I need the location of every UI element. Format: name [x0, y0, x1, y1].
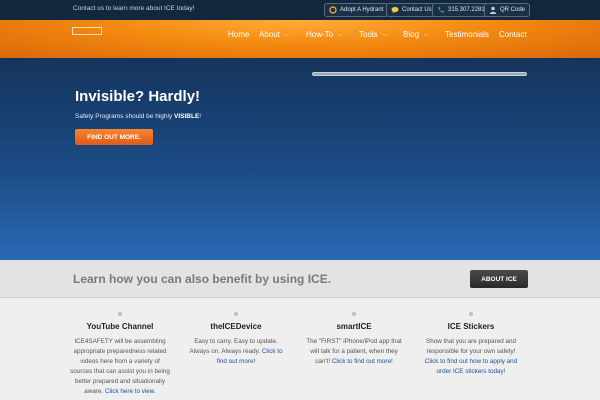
hero-subtitle-emphasis: VISIBLE	[174, 113, 200, 120]
feature-title: smartICE	[336, 322, 372, 331]
hero-banner: Invisible? Hardly! Safety Programs shoul…	[0, 58, 600, 260]
feature-title: ICE Stickers	[447, 322, 495, 331]
nav-testimonials-label: Testimonials	[445, 30, 490, 39]
nav-how-to[interactable]: How-To ⌵	[306, 30, 342, 39]
feature-description: Easy to carry. Easy to update. Always on…	[186, 337, 286, 367]
nav-contact-label: Contact	[499, 30, 527, 39]
slider-progress-bar[interactable]	[312, 72, 527, 76]
adopt-hydrant-label: Adopt A Hydrant	[340, 7, 384, 13]
find-out-more-button[interactable]: FIND OUT MORE.	[75, 129, 153, 145]
phone-button[interactable]: 315.307.2281	[432, 3, 490, 17]
chat-icon	[391, 6, 399, 14]
adopt-hydrant-button[interactable]: Adopt A Hydrant	[324, 3, 389, 17]
site-logo[interactable]	[72, 27, 102, 35]
hero-subtitle-text: Safety Programs should be highly	[75, 113, 174, 120]
phone-label: 315.307.2281	[448, 7, 485, 13]
feature-ice-stickers: ICE Stickers Show that you are prepared …	[421, 312, 521, 377]
top-bar: Contact us to learn more about ICE today…	[0, 0, 600, 20]
nav-tools-label: Tools	[359, 30, 378, 39]
hero-title: Invisible? Hardly!	[75, 88, 201, 105]
nav-blog[interactable]: Blog ⌵	[403, 30, 428, 39]
nav-blog-label: Blog	[403, 30, 420, 39]
user-icon	[489, 6, 497, 14]
feature-dot-icon	[352, 312, 356, 316]
feature-description: ICE4SAFETY will be assembling appropriat…	[70, 337, 170, 397]
feature-link[interactable]: Click to find out more!	[332, 358, 393, 365]
contact-us-label: Contact Us	[402, 7, 432, 13]
chevron-down-icon: ⌵	[284, 31, 289, 38]
nav-home-label: Home	[228, 30, 250, 39]
feature-title: theICEDevice	[210, 322, 262, 331]
chevron-down-icon: ⌵	[338, 31, 342, 38]
feature-smart-ice: smartICE The "FIRST" iPhone/iPod app tha…	[304, 312, 404, 367]
nav-contact[interactable]: Contact	[499, 30, 527, 39]
nav-about[interactable]: About ⌵	[259, 30, 289, 39]
feature-title: YouTube Channel	[86, 322, 154, 331]
feature-desc-text: ICE4SAFETY will be assembling appropriat…	[70, 338, 170, 395]
site-header: Home About ⌵ How-To ⌵ Tools ⌵ Blog ⌵ Tes…	[0, 20, 600, 58]
features-section: YouTube Channel ICE4SAFETY will be assem…	[0, 298, 600, 400]
feature-description: Show that you are prepared and responsib…	[421, 337, 521, 377]
hero-subtitle-end: !	[199, 113, 202, 120]
feature-dot-icon	[469, 312, 473, 316]
contact-message: Contact us to learn more about ICE today…	[73, 5, 195, 12]
feature-desc-text: Show that you are prepared and responsib…	[426, 338, 516, 355]
hydrant-icon	[329, 6, 337, 14]
qr-code-label: QR Code	[500, 7, 526, 13]
hero-subtitle: Safety Programs should be highly VISIBLE…	[75, 113, 201, 120]
chevron-down-icon: ⌵	[382, 31, 387, 38]
benefit-band: Learn how you can also benefit by using …	[0, 260, 600, 298]
benefit-text: Learn how you can also benefit by using …	[73, 272, 332, 286]
feature-dot-icon	[234, 312, 238, 316]
nav-tools[interactable]: Tools ⌵	[359, 30, 386, 39]
contact-us-button[interactable]: Contact Us	[386, 3, 437, 17]
nav-testimonials[interactable]: Testimonials	[445, 30, 489, 39]
qr-code-button[interactable]: QR Code	[484, 3, 531, 17]
nav-how-to-label: How-To	[306, 30, 334, 39]
phone-icon	[437, 6, 445, 14]
feature-link[interactable]: Click here to view.	[105, 388, 156, 395]
feature-the-ice-device: theICEDevice Easy to carry. Easy to upda…	[186, 312, 286, 367]
nav-about-label: About	[259, 30, 280, 39]
chevron-down-icon: ⌵	[424, 31, 428, 38]
nav-home[interactable]: Home	[228, 30, 249, 39]
feature-dot-icon	[118, 312, 122, 316]
about-ice-button[interactable]: ABOUT ICE	[470, 270, 528, 288]
feature-youtube-channel: YouTube Channel ICE4SAFETY will be assem…	[70, 312, 170, 397]
feature-description: The "FIRST" iPhone/iPod app that will ta…	[304, 337, 404, 367]
feature-link[interactable]: Click to find out how to apply and order…	[425, 358, 517, 375]
